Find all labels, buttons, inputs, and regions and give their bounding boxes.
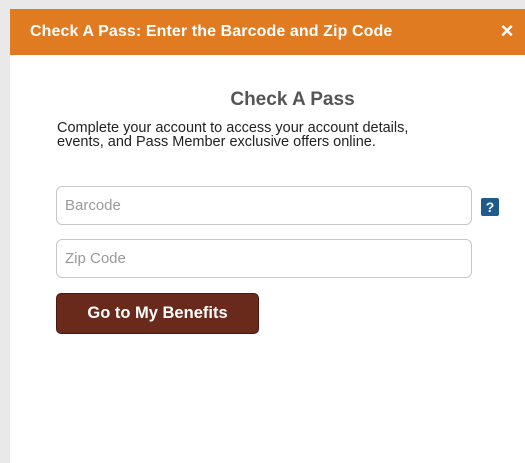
- zip-code-input[interactable]: [56, 239, 472, 278]
- dialog-titlebar: Check A Pass: Enter the Barcode and Zip …: [10, 9, 525, 55]
- help-icon[interactable]: ?: [481, 198, 499, 216]
- close-icon[interactable]: ×: [495, 18, 519, 44]
- go-to-my-benefits-button[interactable]: Go to My Benefits: [56, 293, 259, 334]
- check-pass-dialog: Check A Pass: Enter the Barcode and Zip …: [10, 9, 525, 463]
- barcode-input[interactable]: [56, 186, 472, 225]
- page-title: Check A Pass: [230, 89, 355, 110]
- dialog-title: Check A Pass: Enter the Barcode and Zip …: [30, 23, 393, 40]
- description-text: Complete your account to access your acc…: [57, 120, 409, 150]
